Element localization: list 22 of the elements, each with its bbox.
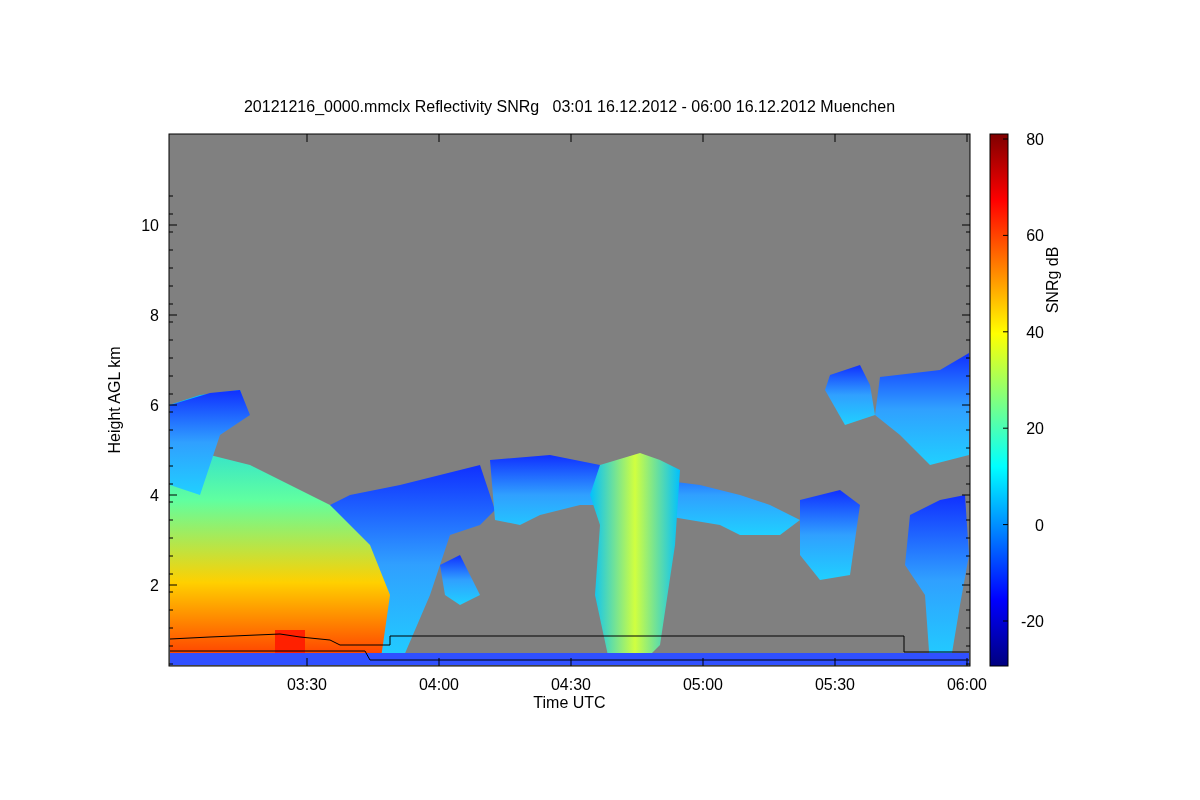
colorbar-label: SNRg dB bbox=[1044, 246, 1061, 314]
y-tick-label: 4 bbox=[150, 487, 159, 504]
y-tick-label: 6 bbox=[150, 397, 159, 414]
x-tick-label: 04:00 bbox=[419, 676, 459, 693]
x-tick-label: 05:00 bbox=[683, 676, 723, 693]
colorbar-tick-label: 0 bbox=[1035, 516, 1044, 534]
colorbar-tick-label: 40 bbox=[1026, 323, 1044, 341]
y-tick-label: 2 bbox=[150, 577, 159, 594]
x-tick-label: 03:30 bbox=[287, 676, 327, 693]
colorbar-tick-label: 60 bbox=[1026, 227, 1044, 245]
x-tick-label: 05:30 bbox=[815, 676, 855, 693]
y-tick-label: 10 bbox=[141, 217, 159, 234]
y-axis-label: Height AGL km bbox=[106, 346, 123, 454]
colorbar-tick-label: 20 bbox=[1026, 420, 1044, 438]
x-axis-label: Time UTC bbox=[533, 694, 606, 711]
colorbar-tick-label: -20 bbox=[1020, 613, 1044, 630]
colorbar-tick-label: 80 bbox=[1026, 131, 1044, 148]
echo-region bbox=[440, 555, 480, 605]
x-tick-label: 04:30 bbox=[551, 676, 591, 693]
x-tick-label: 06:00 bbox=[947, 676, 987, 693]
y-tick-label: 8 bbox=[150, 307, 159, 324]
chart-title: 20121216_0000.mmclx Reflectivity SNRg 03:01 16.12.2012 - 06:00 16.12.2012 Muenchen bbox=[243, 97, 896, 117]
